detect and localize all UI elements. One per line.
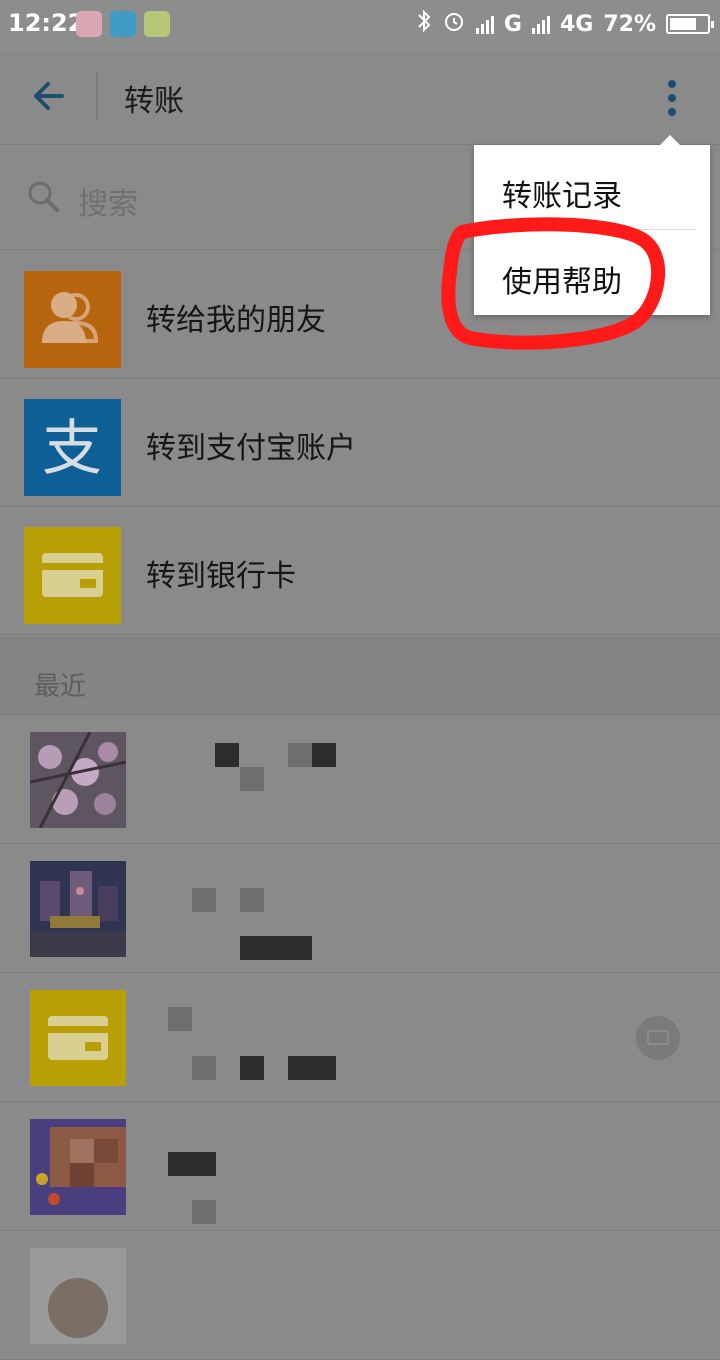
notification-app-icon	[76, 11, 102, 37]
friends-icon	[24, 271, 121, 368]
battery-icon	[666, 14, 714, 34]
censored-block	[192, 1056, 216, 1080]
contact-avatar	[30, 732, 126, 828]
transfer-option-label: 转给我的朋友	[146, 303, 326, 338]
recent-contact-row[interactable]	[0, 715, 720, 844]
svg-text:支: 支	[42, 414, 102, 484]
recent-contact-row[interactable]	[0, 1102, 720, 1231]
notification-icons	[76, 11, 170, 37]
censored-block	[192, 1200, 216, 1224]
nav-separator	[96, 72, 98, 120]
page-title: 转账	[124, 84, 184, 119]
scan-app-icon	[110, 11, 136, 37]
transfer-option-label: 转到支付宝账户	[146, 431, 356, 466]
contact-avatar	[30, 1248, 126, 1344]
menu-item-transfer-records[interactable]: 转账记录	[502, 171, 622, 215]
network-label-1: G	[503, 11, 522, 37]
network-label-2: 4G	[559, 11, 594, 37]
recent-contact-row[interactable]	[0, 973, 720, 1102]
card-badge-icon	[636, 1016, 680, 1060]
censored-block	[240, 888, 264, 912]
censored-block	[168, 1152, 216, 1176]
status-right: G 4G 72%	[416, 9, 714, 39]
bluetooth-icon	[416, 9, 432, 39]
transfer-to-alipay-item[interactable]: 支 转到支付宝账户	[0, 379, 720, 507]
overflow-menu: 转账记录 使用帮助	[474, 135, 710, 315]
censored-block	[215, 743, 239, 767]
signal-strength-icon-2	[531, 14, 550, 34]
battery-percent: 72%	[603, 11, 656, 37]
status-time: 12:22	[8, 9, 85, 37]
battery-fill	[670, 18, 696, 30]
censored-block	[288, 1056, 336, 1080]
censored-block	[312, 743, 336, 767]
menu-item-help[interactable]: 使用帮助	[502, 257, 622, 301]
gallery-app-icon	[144, 11, 170, 37]
censored-block	[240, 1056, 264, 1080]
recent-section-header: 最近	[0, 636, 720, 715]
transfer-to-bank-card-item[interactable]: 转到银行卡	[0, 507, 720, 635]
more-vertical-icon[interactable]	[662, 78, 682, 118]
alipay-icon: 支	[24, 399, 121, 496]
transfer-option-label: 转到银行卡	[146, 559, 296, 594]
search-placeholder: 搜索	[78, 187, 138, 222]
censored-block	[240, 767, 264, 791]
nav-bar: 转账	[0, 50, 720, 145]
bank-card-icon	[24, 527, 121, 624]
censored-block	[240, 936, 312, 960]
alarm-icon	[442, 9, 466, 39]
search-icon	[26, 179, 60, 213]
back-arrow-icon[interactable]	[28, 76, 68, 116]
menu-divider	[474, 229, 696, 230]
censored-block	[168, 1007, 192, 1031]
signal-strength-icon	[475, 14, 494, 34]
contact-avatar	[30, 1119, 126, 1215]
recent-section-title: 最近	[34, 672, 87, 702]
censored-block	[192, 888, 216, 912]
censored-block	[288, 743, 312, 767]
contact-avatar	[30, 861, 126, 957]
status-bar: 12:22 G 4G 72%	[0, 0, 720, 50]
recent-contact-row[interactable]	[0, 1231, 720, 1360]
bank-card-icon	[30, 990, 126, 1086]
recent-contact-row[interactable]	[0, 844, 720, 973]
